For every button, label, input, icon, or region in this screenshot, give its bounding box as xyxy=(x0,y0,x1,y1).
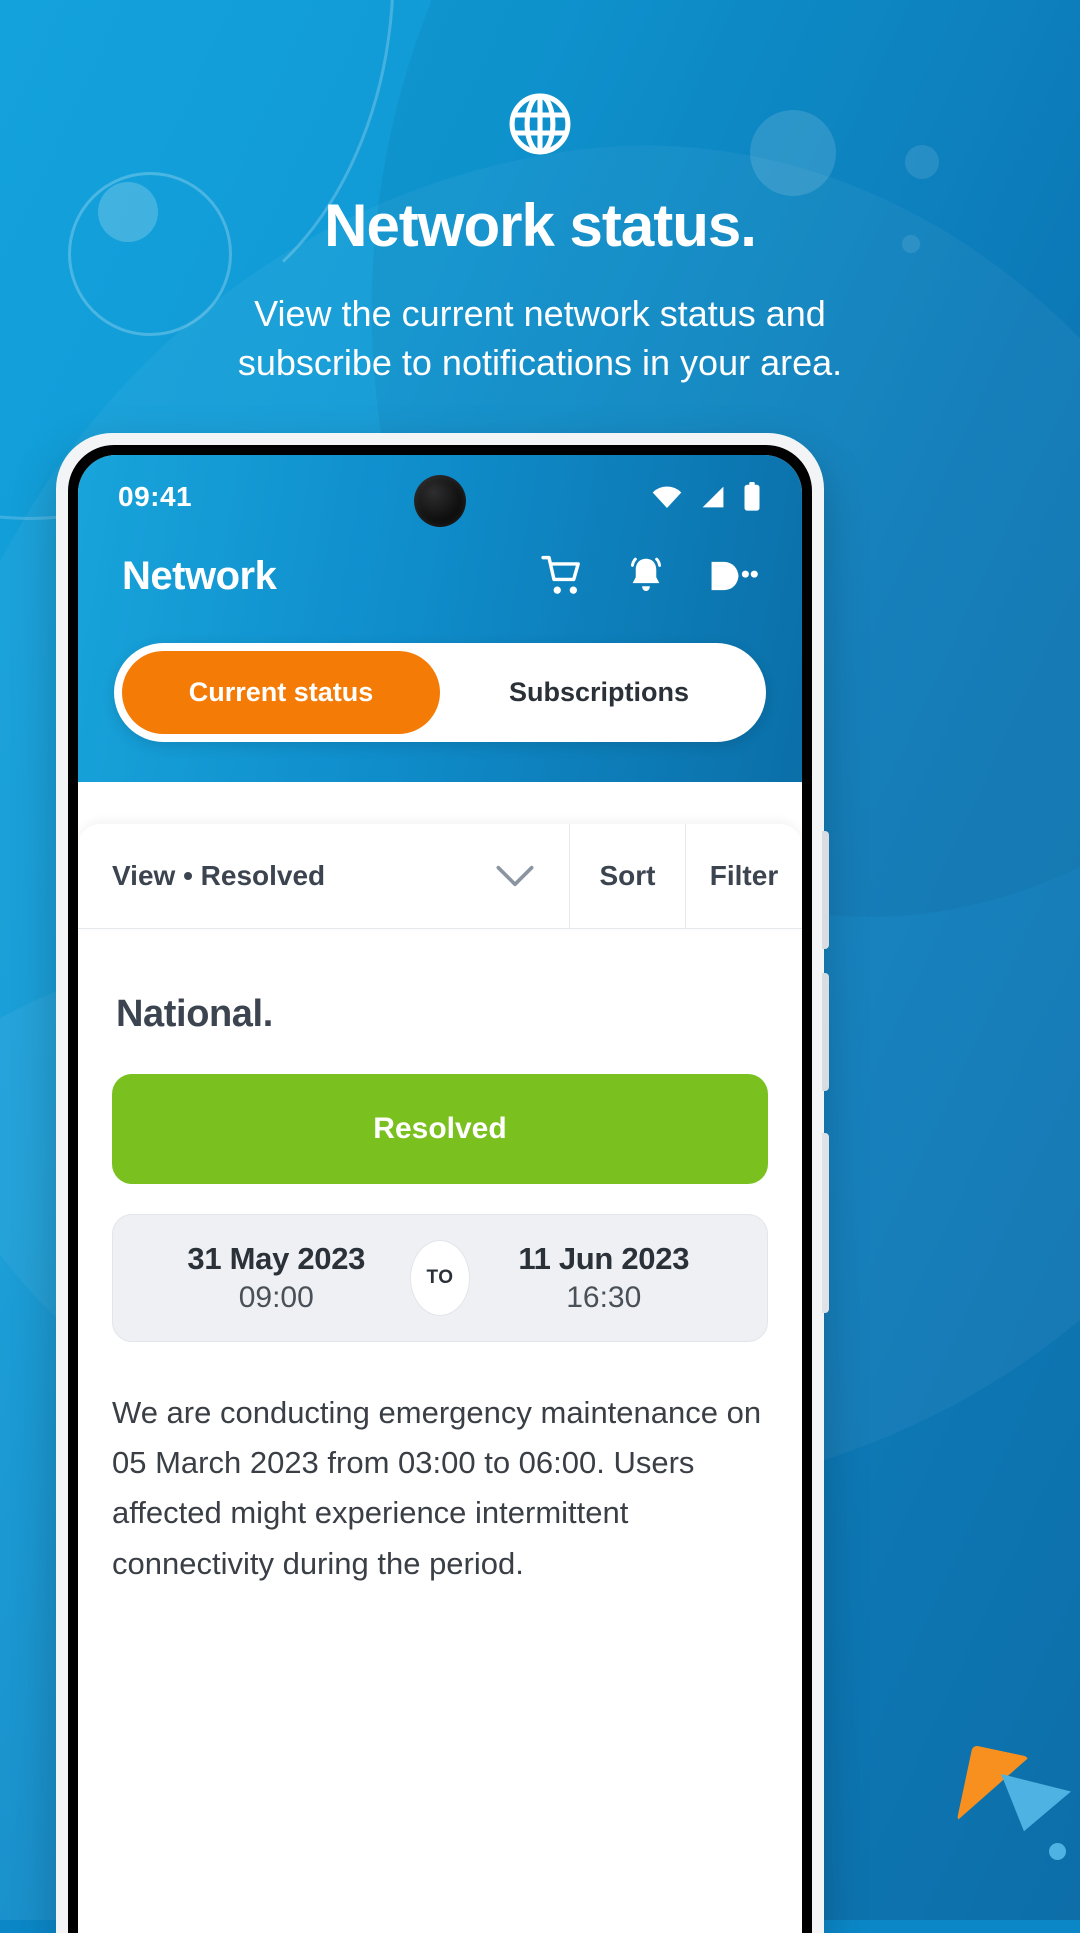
phone-mockup: 09:41 Network Current status Subscriptio… xyxy=(56,433,829,1933)
page-title: Network status. xyxy=(324,192,757,259)
filter-button[interactable]: Filter xyxy=(686,824,802,928)
sort-button[interactable]: Sort xyxy=(570,824,686,928)
phone-bezel: 09:41 Network Current status Subscriptio… xyxy=(68,445,812,1933)
status-bar-icons xyxy=(650,482,762,512)
page-subtitle: View the current network status and subs… xyxy=(160,290,920,387)
tab-current-status[interactable]: Current status xyxy=(122,651,440,734)
page-subtitle-line-2: subscribe to notifications in your area. xyxy=(237,341,843,383)
status-bar: 09:41 xyxy=(78,455,802,527)
date-range-end: 11 Jun 2023 16:30 xyxy=(441,1241,768,1315)
start-time: 09:00 xyxy=(238,1281,314,1314)
app-header-area: 09:41 Network Current status Subscriptio… xyxy=(78,455,802,782)
phone-volume-up-button[interactable] xyxy=(822,831,829,949)
decorative-dot xyxy=(1049,1843,1066,1860)
chat-icon[interactable] xyxy=(706,553,758,599)
end-time: 16:30 xyxy=(566,1281,642,1314)
view-dropdown-label: View • Resolved xyxy=(112,860,326,891)
page-subtitle-line-1: View the current network status and xyxy=(254,293,826,334)
wifi-icon xyxy=(652,486,682,509)
list-toolbar: View • Resolved Sort Filter xyxy=(78,824,802,929)
date-range-start: 31 May 2023 09:00 xyxy=(113,1241,441,1315)
chevron-down-icon xyxy=(496,865,534,887)
app-title: Network xyxy=(122,553,277,598)
start-date: 31 May 2023 xyxy=(187,1241,366,1276)
phone-screen: 09:41 Network Current status Subscriptio… xyxy=(78,455,802,1933)
decorative-arrows xyxy=(950,1730,1071,1900)
end-date: 11 Jun 2023 xyxy=(518,1241,690,1276)
phone-power-button[interactable] xyxy=(822,1133,829,1313)
front-camera-icon xyxy=(414,475,466,527)
date-range-separator: TO xyxy=(410,1240,470,1316)
cart-icon[interactable] xyxy=(540,553,586,599)
battery-icon xyxy=(744,482,760,511)
status-list: National. Resolved 31 May 2023 09:00 11 … xyxy=(78,929,802,1589)
section-title: National. xyxy=(116,993,273,1035)
tab-segmented-control: Current status Subscriptions xyxy=(114,643,766,742)
status-badge: Resolved xyxy=(112,1074,768,1184)
tab-subscriptions[interactable]: Subscriptions xyxy=(440,651,758,734)
hero-section: Network status. View the current network… xyxy=(0,0,1080,387)
signal-icon xyxy=(702,486,724,508)
app-bar: Network xyxy=(78,517,802,599)
bell-icon[interactable] xyxy=(624,553,668,599)
phone-volume-down-button[interactable] xyxy=(822,973,829,1091)
status-description: We are conducting emergency maintenance … xyxy=(112,1395,762,1581)
view-dropdown[interactable]: View • Resolved xyxy=(78,824,570,928)
date-range: 31 May 2023 09:00 11 Jun 2023 16:30 TO xyxy=(112,1214,768,1342)
app-bar-actions xyxy=(540,553,758,599)
globe-icon xyxy=(509,93,571,155)
status-bar-time: 09:41 xyxy=(118,481,193,512)
